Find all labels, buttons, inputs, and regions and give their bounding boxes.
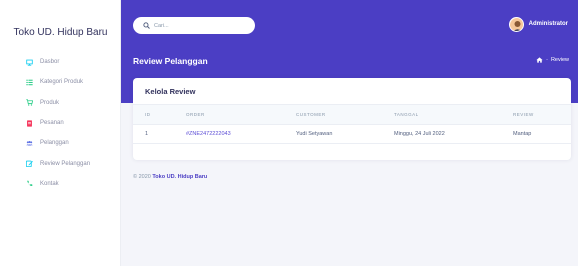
edit-icon — [26, 160, 33, 168]
home-icon[interactable] — [536, 57, 543, 63]
cell-customer: Yudi Setyawan — [296, 131, 333, 137]
cell-order-link[interactable]: #ZNE2472222043 — [186, 131, 231, 137]
sidebar-item-label: Review Pelanggan — [40, 160, 91, 167]
sidebar-item-label: Kategori Produk — [40, 79, 84, 86]
sidebar-item-kontak[interactable]: Kontak — [0, 174, 121, 194]
search-input[interactable] — [154, 22, 249, 29]
search-box — [133, 17, 255, 34]
list-icon — [26, 79, 33, 86]
avatar — [508, 16, 524, 32]
sidebar-item-label: Kontak — [40, 180, 59, 187]
card-title: Kelola Review — [145, 87, 196, 96]
sidebar-item-produk[interactable]: Produk — [0, 93, 121, 113]
sidebar-item-review-pelanggan[interactable]: Review Pelanggan — [0, 153, 121, 173]
sidebar-item-label: Pelanggan — [40, 140, 69, 147]
cart-icon — [26, 99, 33, 106]
table-row: 1 #ZNE2472222043 Yudi Setyawan Minggu, 2… — [133, 125, 571, 144]
sidebar-item-kategori-produk[interactable]: Kategori Produk — [0, 72, 121, 92]
sidebar-item-pesanan[interactable]: Pesanan — [0, 113, 121, 133]
column-header-order: ORDER — [186, 112, 205, 117]
column-header-customer: CUSTOMER — [296, 112, 326, 117]
page-title: Review Pelanggan — [133, 56, 208, 66]
sidebar-item-label: Produk — [40, 99, 60, 106]
column-header-id: ID — [145, 112, 151, 117]
doc-icon — [26, 119, 33, 127]
users-icon — [26, 140, 33, 147]
breadcrumb-separator: - — [546, 57, 548, 63]
table-header: ID ORDER CUSTOMER TANGGAL REVIEW — [133, 105, 571, 125]
footer: © 2020 Toko UD. Hidup Baru — [133, 174, 207, 180]
sidebar-item-label: Pesanan — [40, 120, 64, 127]
phone-icon — [26, 180, 33, 187]
sidebar-item-pelanggan[interactable]: Pelanggan — [0, 133, 121, 153]
monitor-icon — [26, 59, 33, 66]
sidebar-item-label: Dasbor — [40, 59, 60, 66]
cell-review: Mantap — [513, 131, 532, 137]
cell-tanggal: Minggu, 24 Juli 2022 — [394, 131, 445, 137]
sidebar-item-dasbor[interactable]: Dasbor — [0, 52, 121, 72]
footer-copyright: © 2020 — [133, 174, 151, 180]
search-icon — [143, 22, 150, 29]
sidebar: Toko UD. Hidup Baru Dasbor Kategori Prod… — [0, 0, 121, 266]
footer-brand-link[interactable]: Toko UD. Hidup Baru — [152, 174, 207, 180]
sidebar-nav: Dasbor Kategori Produk Produk Pesanan Pe… — [0, 52, 121, 194]
column-header-review: REVIEW — [513, 112, 534, 117]
review-card: Kelola Review ID ORDER CUSTOMER TANGGAL … — [133, 78, 571, 160]
column-header-tanggal: TANGGAL — [394, 112, 419, 117]
breadcrumb-current: Review — [550, 57, 569, 63]
breadcrumb: - Review — [536, 57, 569, 63]
user-menu[interactable]: Administrator — [508, 15, 568, 33]
cell-id: 1 — [145, 131, 149, 137]
user-name: Administrator — [528, 21, 568, 27]
